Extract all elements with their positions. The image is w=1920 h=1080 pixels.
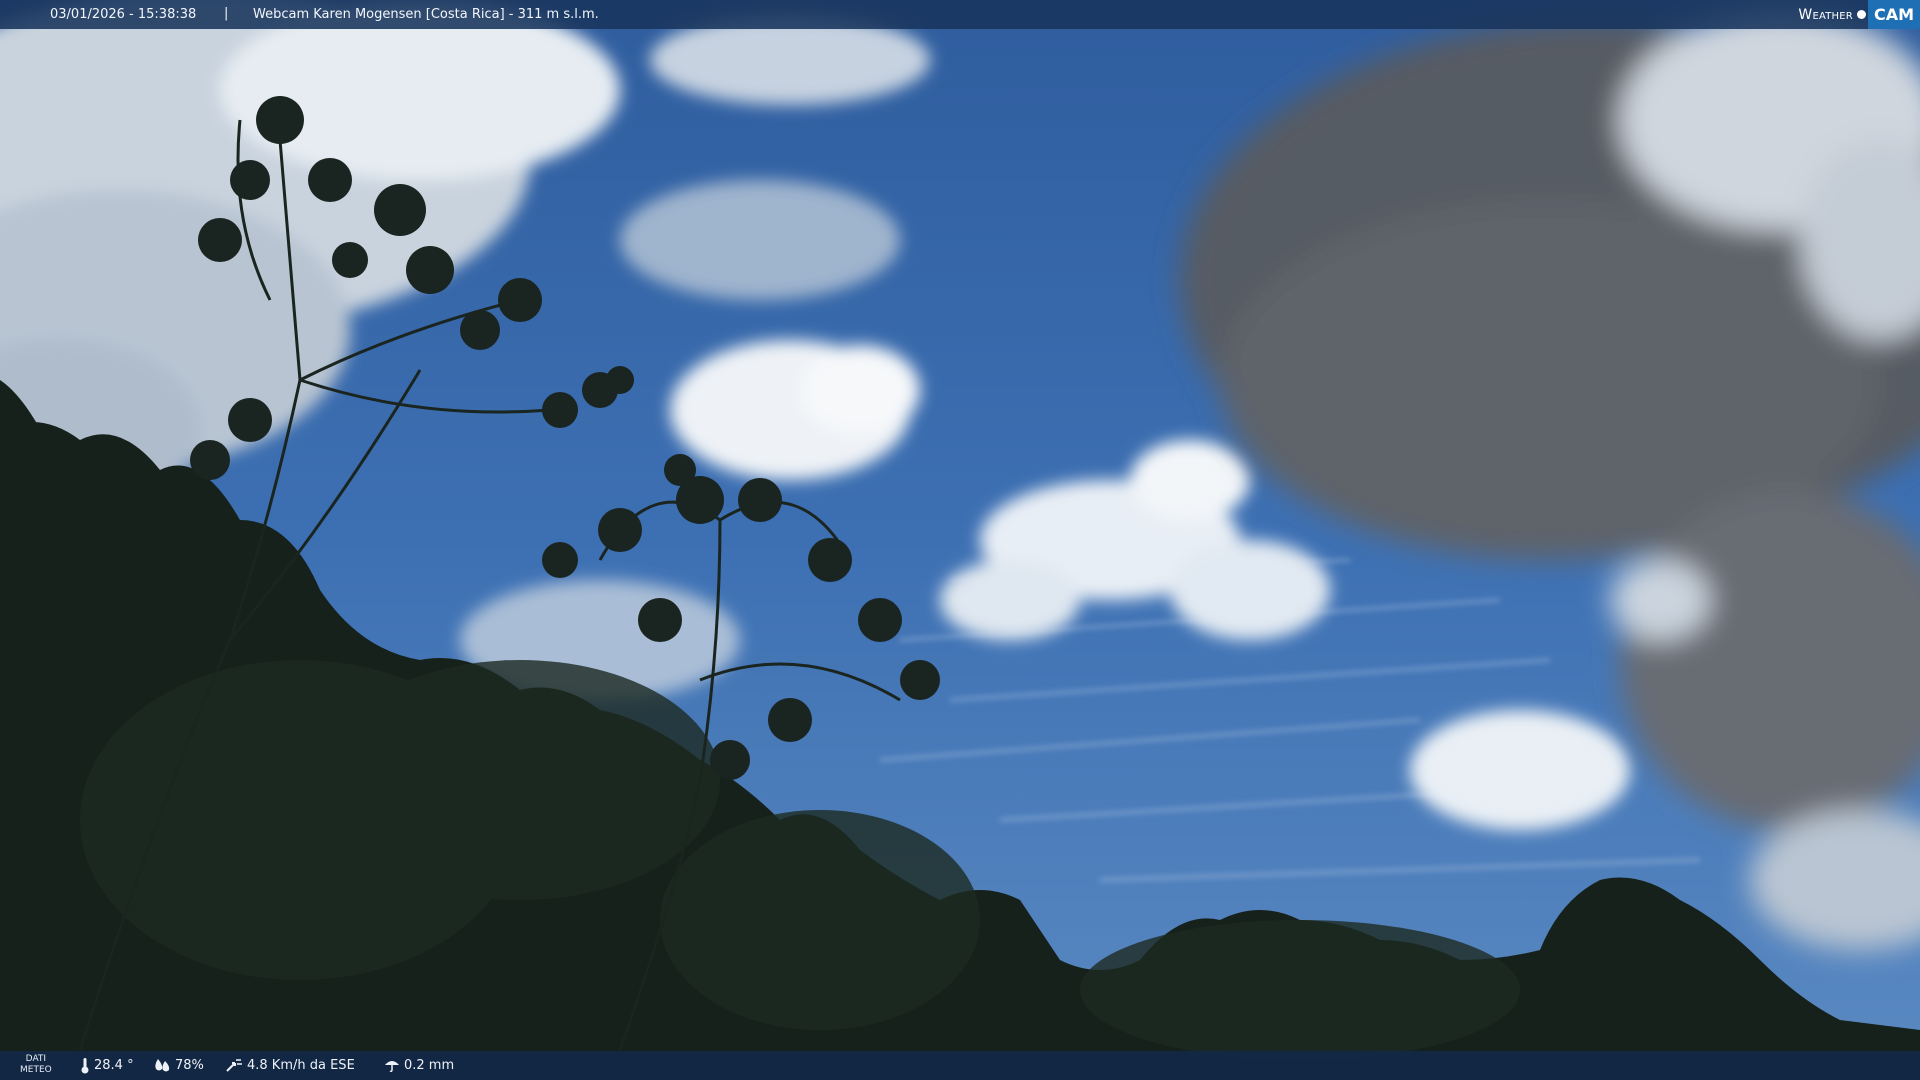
rain-value: 0.2 mm xyxy=(404,1057,455,1073)
humidity-value: 78% xyxy=(175,1057,204,1073)
webcam-title: Webcam Karen Mogensen [Costa Rica] - 311… xyxy=(253,7,599,22)
weather-data-bar: DATI METEO 28.4 ° 78% 4.8 Km/h da ESE 0.… xyxy=(0,1051,1920,1080)
temperature-value: 28.4 ° xyxy=(94,1058,134,1073)
logo-cam-text: CAM xyxy=(1867,0,1920,29)
logo-weather-text: Weather xyxy=(1798,6,1853,23)
top-info-bar: 03/01/2026 - 15:38:38 | Webcam Karen Mog… xyxy=(0,0,1920,29)
logo-dot-icon xyxy=(1856,10,1866,19)
thermometer-icon xyxy=(81,1058,89,1074)
humidity-reading: 78% xyxy=(153,1057,204,1073)
wind-arrow-icon xyxy=(226,1059,242,1072)
wind-reading: 4.8 Km/h da ESE xyxy=(225,1057,355,1073)
umbrella-icon xyxy=(385,1061,399,1073)
rain-reading: 0.2 mm xyxy=(384,1057,454,1073)
webcam-image xyxy=(0,0,1920,1080)
temperature-reading: 28.4 ° xyxy=(80,1057,134,1074)
timestamp: 03/01/2026 - 15:38:38 xyxy=(50,7,197,22)
dati-meteo-label: DATI METEO xyxy=(20,1054,52,1075)
wind-value: 4.8 Km/h da ESE xyxy=(247,1057,355,1073)
weathercam-logo: Weather CAM xyxy=(1798,0,1920,29)
separator: | xyxy=(224,6,229,21)
humidity-drop-icon xyxy=(155,1059,170,1072)
